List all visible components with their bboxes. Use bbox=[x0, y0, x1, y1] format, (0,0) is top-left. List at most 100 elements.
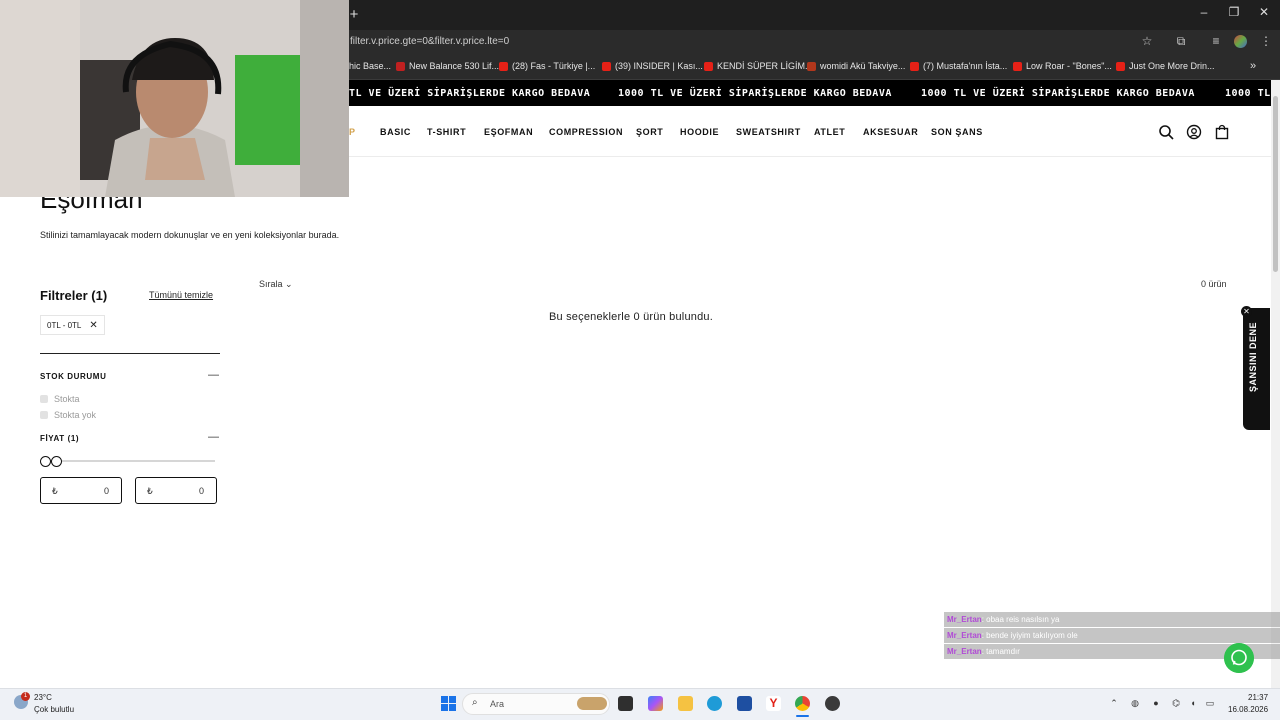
nav-item-hoodie[interactable]: HOODIE bbox=[680, 127, 719, 137]
clear-all-link[interactable]: Tümünü temizle bbox=[149, 290, 213, 300]
network-icon[interactable]: ⌬ bbox=[1171, 698, 1181, 708]
microphone-icon[interactable]: ● bbox=[1151, 698, 1161, 708]
whatsapp-icon[interactable] bbox=[1224, 643, 1254, 673]
bookmark-item[interactable]: Just One More Drin... bbox=[1116, 61, 1215, 71]
chat-username: Mr_Ertan bbox=[947, 631, 982, 640]
youtube-icon bbox=[1116, 61, 1125, 71]
close-icon[interactable]: ✕ bbox=[1241, 306, 1252, 317]
bookmark-item[interactable]: KENDİ SÜPER LİGİM... bbox=[704, 61, 813, 71]
account-icon[interactable] bbox=[1186, 124, 1202, 140]
bookmark-item[interactable]: Low Roar - "Bones"... bbox=[1013, 61, 1112, 71]
youtube-icon bbox=[910, 61, 919, 71]
max-price-field[interactable]: ₺ 0 bbox=[135, 477, 217, 504]
nav-item-sort[interactable]: ŞORT bbox=[636, 127, 663, 137]
volume-icon[interactable]: ◖ bbox=[1188, 698, 1198, 708]
stock-in-label: Stokta bbox=[54, 394, 80, 404]
clock-date[interactable]: 16.08.2026 bbox=[1228, 705, 1268, 714]
price-slider-max-handle[interactable] bbox=[51, 456, 62, 467]
bookmark-item[interactable]: (28) Fas - Türkiye |... bbox=[499, 61, 595, 71]
nav-item-compression[interactable]: COMPRESSION bbox=[549, 127, 623, 137]
min-price-field[interactable]: ₺ 0 bbox=[40, 477, 122, 504]
browser-menu-icon[interactable]: ⋮ bbox=[1259, 34, 1273, 48]
chat-text: : tamamdır bbox=[981, 647, 1020, 656]
new-tab-button[interactable]: + bbox=[348, 6, 360, 23]
nav-item-esofman[interactable]: EŞOFMAN bbox=[484, 127, 533, 137]
stock-section-title[interactable]: STOK DURUMU bbox=[40, 372, 106, 381]
bookmarks-overflow-icon[interactable]: » bbox=[1250, 60, 1256, 72]
minimize-icon[interactable]: – bbox=[1196, 5, 1212, 19]
scrollbar-thumb[interactable] bbox=[1273, 96, 1278, 272]
file-explorer-icon[interactable] bbox=[678, 696, 693, 711]
collapse-icon[interactable]: — bbox=[208, 431, 219, 443]
active-app-indicator bbox=[796, 715, 809, 717]
announcement-text: TL VE ÜZERİ SİPARİŞLERDE KARGO BEDAVA bbox=[349, 88, 591, 99]
stock-out-label: Stokta yok bbox=[54, 410, 97, 420]
reading-list-icon[interactable]: ≡ bbox=[1209, 34, 1223, 48]
remove-filter-icon[interactable]: ✕ bbox=[89, 320, 97, 331]
obs-icon[interactable] bbox=[825, 696, 840, 711]
nav-item-aksesuar[interactable]: AKSESUAR bbox=[863, 127, 918, 137]
sort-label: Sırala bbox=[259, 279, 283, 289]
bookmark-star-icon[interactable]: ☆ bbox=[1140, 34, 1154, 48]
url-text[interactable]: filter.v.price.gte=0&filter.v.price.lte=… bbox=[350, 36, 509, 47]
stock-out-checkbox[interactable] bbox=[40, 411, 48, 419]
chat-text: : bende iyiyim takılıyom ole bbox=[981, 631, 1078, 640]
active-filter-chip[interactable]: 0TL - 0TL ✕ bbox=[40, 315, 105, 335]
chat-username: Mr_Ertan bbox=[947, 647, 982, 656]
chevron-down-icon: ⌄ bbox=[285, 279, 293, 289]
max-price-value: 0 bbox=[198, 486, 204, 496]
tray-overflow-icon[interactable]: ⌃ bbox=[1109, 698, 1119, 708]
task-view-icon[interactable] bbox=[618, 696, 633, 711]
profile-avatar[interactable] bbox=[1234, 35, 1247, 48]
yandex-icon[interactable]: Y bbox=[766, 696, 781, 711]
notification-badge: 1 bbox=[21, 692, 30, 701]
chat-username: Mr_Ertan bbox=[947, 615, 982, 624]
cart-icon[interactable] bbox=[1214, 124, 1230, 140]
chrome-icon[interactable] bbox=[795, 696, 810, 711]
bookmark-item[interactable]: (39) INSIDER | Kası... bbox=[602, 61, 703, 71]
youtube-icon bbox=[499, 61, 508, 71]
edge-icon[interactable] bbox=[707, 696, 722, 711]
bookmark-item[interactable]: New Balance 530 Lif... bbox=[396, 61, 499, 71]
nav-item-shop[interactable]: P bbox=[349, 127, 356, 137]
clock-time[interactable]: 21:37 bbox=[1248, 693, 1268, 702]
store-icon[interactable] bbox=[737, 696, 752, 711]
page-description: Stilinizi tamamlayacak modern dokunuşlar… bbox=[40, 230, 340, 240]
stock-in-checkbox[interactable] bbox=[40, 395, 48, 403]
youtube-icon bbox=[602, 61, 611, 71]
price-slider-min-handle[interactable] bbox=[40, 456, 51, 467]
price-slider-track[interactable] bbox=[44, 460, 215, 462]
nav-item-son-sans[interactable]: SON ŞANS bbox=[931, 127, 983, 137]
bookmark-item[interactable]: womidi Akü Takviye... bbox=[807, 61, 905, 71]
sort-dropdown[interactable]: Sırala ⌄ bbox=[259, 279, 293, 290]
nav-item-atlet[interactable]: ATLET bbox=[814, 127, 845, 137]
close-window-icon[interactable]: ✕ bbox=[1256, 5, 1272, 19]
announcement-text: 1000 TL VE ÜZERİ SİPARİŞLERDE KARGO BEDA… bbox=[618, 88, 892, 99]
chat-message: Mr_Ertan: obaa reis nasılsın ya bbox=[944, 612, 1280, 627]
youtube-icon bbox=[1013, 61, 1022, 71]
bookmark-item[interactable]: hic Base... bbox=[349, 61, 391, 71]
collapse-icon[interactable]: — bbox=[208, 369, 219, 381]
youtube-icon bbox=[704, 61, 713, 71]
extensions-icon[interactable]: ⧉ bbox=[1174, 34, 1188, 49]
empty-results-message: Bu seçeneklerle 0 ürün bulundu. bbox=[549, 311, 713, 323]
bookmark-item[interactable]: (7) Mustafa'nın İsta... bbox=[910, 61, 1007, 71]
currency-symbol: ₺ bbox=[147, 486, 153, 496]
site-icon bbox=[396, 61, 405, 71]
taskbar-search-placeholder: Ara bbox=[490, 699, 505, 709]
search-icon[interactable] bbox=[1158, 124, 1174, 140]
battery-icon[interactable]: ▭ bbox=[1205, 698, 1215, 708]
windows-start-icon[interactable] bbox=[441, 696, 456, 711]
search-highlight-image bbox=[577, 697, 607, 710]
nav-item-sweatshirt[interactable]: SWEATSHIRT bbox=[736, 127, 801, 137]
announcement-text: 1000 TL bbox=[1225, 88, 1271, 99]
search-icon: ⌕ bbox=[472, 697, 478, 708]
maximize-icon[interactable]: ❐ bbox=[1226, 5, 1242, 19]
copilot-icon[interactable] bbox=[648, 696, 663, 711]
nav-item-basic[interactable]: BASIC bbox=[380, 127, 411, 137]
nav-item-tshirt[interactable]: T-SHIRT bbox=[427, 127, 466, 137]
price-section-title[interactable]: FİYAT (1) bbox=[40, 434, 79, 443]
currency-symbol: ₺ bbox=[52, 486, 58, 496]
tray-app-icon[interactable]: ◍ bbox=[1130, 698, 1140, 708]
weather-description: Çok bulutlu bbox=[34, 705, 75, 714]
